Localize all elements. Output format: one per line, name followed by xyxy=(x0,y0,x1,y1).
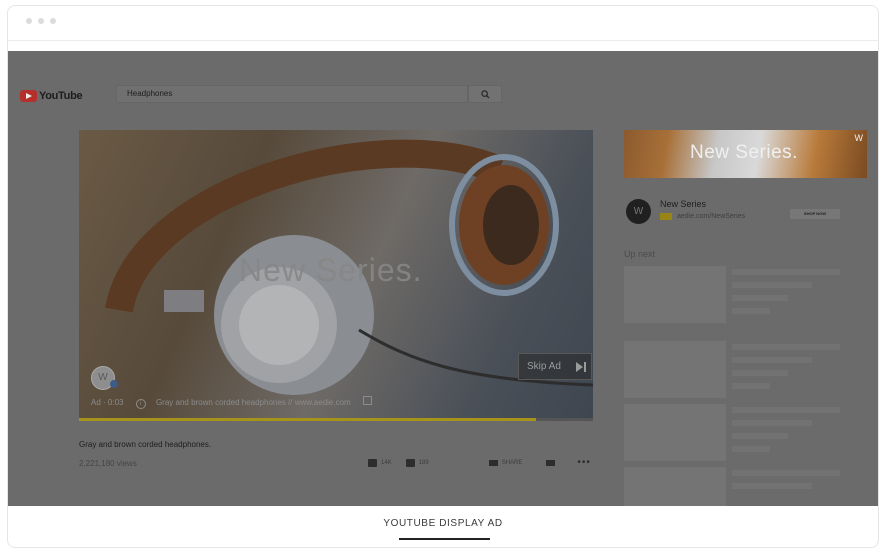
up-next-meta-placeholder xyxy=(732,483,812,489)
ad-description[interactable]: Gray and brown corded headphones // www.… xyxy=(156,398,351,407)
advertiser-badge-icon xyxy=(110,380,118,388)
video-player[interactable]: New Series. Skip Ad W Ad · 0:03 i Gray a… xyxy=(79,130,593,421)
youtube-page: YouTube Headphones New Series. Skip Ad W… xyxy=(8,51,878,506)
banner-title: New Series. xyxy=(690,142,798,163)
ad-timer: Ad · 0:03 xyxy=(91,398,124,407)
banner-logo: W xyxy=(854,133,864,143)
up-next-thumbnail[interactable] xyxy=(624,341,726,398)
dislike-button[interactable]: 189 xyxy=(405,458,429,467)
caption-underline xyxy=(399,538,490,540)
up-next-meta-placeholder xyxy=(732,308,770,314)
up-next-meta-placeholder xyxy=(732,446,770,452)
skip-ad-button[interactable]: Skip Ad xyxy=(518,353,592,380)
ad-progress-bar[interactable] xyxy=(79,418,593,421)
up-next-meta-placeholder xyxy=(732,433,788,439)
skip-ad-label: Skip Ad xyxy=(527,361,561,372)
skip-bar-icon xyxy=(584,362,586,372)
caption-label: YOUTUBE DISPLAY AD xyxy=(383,518,503,529)
like-button[interactable]: 14K xyxy=(368,458,392,467)
advertiser-avatar[interactable]: W xyxy=(626,199,651,224)
info-icon[interactable]: i xyxy=(135,399,146,409)
up-next-meta-placeholder xyxy=(732,282,812,288)
share-label: SHARE xyxy=(501,459,523,466)
playlist-add-icon xyxy=(546,459,556,466)
up-next-meta-placeholder xyxy=(732,295,788,301)
external-link-icon[interactable] xyxy=(362,396,372,405)
window-titlebar xyxy=(8,6,878,41)
youtube-logo[interactable]: YouTube xyxy=(20,89,83,103)
up-next-thumbnail[interactable] xyxy=(624,266,726,323)
window-dot-icon xyxy=(26,18,32,24)
dislike-count: 189 xyxy=(418,459,429,466)
skip-arrow-icon xyxy=(576,362,583,372)
more-options-icon[interactable]: ••• xyxy=(577,457,591,468)
advertiser-url-text: aedie.com/NewSeries xyxy=(677,213,746,220)
advertiser-title[interactable]: New Series xyxy=(660,199,706,209)
up-next-title-placeholder[interactable] xyxy=(732,344,840,350)
youtube-wordmark: YouTube xyxy=(39,90,83,102)
advertiser-url[interactable]: aedie.com/NewSeries xyxy=(660,213,745,220)
up-next-meta-placeholder xyxy=(732,420,812,426)
browser-frame: YouTube Headphones New Series. Skip Ad W… xyxy=(7,5,879,548)
up-next-title-placeholder[interactable] xyxy=(732,269,840,275)
search-input[interactable]: Headphones xyxy=(116,85,468,103)
video-title: Gray and brown corded headphones. xyxy=(79,440,212,449)
window-dot-icon xyxy=(50,18,56,24)
video-actions: 14K 189 SHARE ••• xyxy=(368,457,591,468)
ad-progress-fill xyxy=(79,418,537,421)
search-button[interactable] xyxy=(468,85,502,103)
shop-now-button[interactable]: SHOP NOW xyxy=(790,209,840,219)
ad-badge-icon xyxy=(660,213,672,220)
up-next-thumbnail[interactable] xyxy=(624,467,726,506)
ad-info-bar: Ad · 0:03 i Gray and brown corded headph… xyxy=(91,396,372,409)
youtube-play-icon xyxy=(20,90,37,102)
companion-banner-ad[interactable]: New Series. W xyxy=(624,130,867,178)
share-icon xyxy=(488,459,498,466)
up-next-title-placeholder[interactable] xyxy=(732,470,840,476)
ad-overlay-title: New Series. xyxy=(239,252,423,288)
up-next-heading: Up next xyxy=(624,249,656,259)
thumbs-up-icon xyxy=(368,458,377,467)
up-next-title-placeholder[interactable] xyxy=(732,407,840,413)
share-button[interactable]: SHARE xyxy=(488,459,523,466)
search-icon xyxy=(480,89,490,99)
view-count: 2,221,180 views xyxy=(79,459,137,468)
save-playlist-button[interactable] xyxy=(546,459,559,466)
thumbs-down-icon xyxy=(405,458,415,467)
like-count: 14K xyxy=(381,459,392,466)
up-next-meta-placeholder xyxy=(732,370,788,376)
window-dot-icon xyxy=(38,18,44,24)
up-next-meta-placeholder xyxy=(732,357,812,363)
up-next-meta-placeholder xyxy=(732,383,770,389)
up-next-thumbnail[interactable] xyxy=(624,404,726,461)
